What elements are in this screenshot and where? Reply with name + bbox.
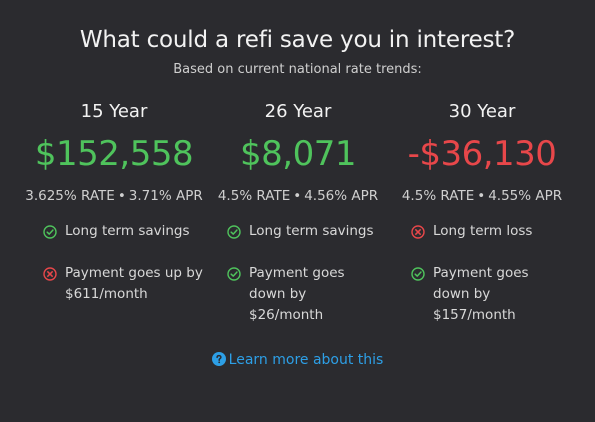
check-circle-icon (43, 224, 57, 239)
list-item-text: Payment goes down by $26/month (249, 265, 345, 323)
interest-loss-amount: -$36,130 (407, 134, 557, 174)
learn-more-link[interactable]: Learn more about this (0, 352, 595, 368)
list-item-text: Payment goes up by $611/month (65, 265, 203, 302)
separator-dot: • (293, 188, 302, 204)
list-item-text: Long term loss (433, 223, 533, 239)
pros-cons-list: Long term savings Payment goes down by $… (206, 221, 390, 326)
check-circle-icon (227, 266, 241, 281)
page-title: What could a refi save you in interest? (79, 27, 516, 53)
interest-savings-amount: $152,558 (34, 134, 194, 174)
rate-apr-line: 4.5% RATE • 4.55% APR (390, 188, 574, 204)
check-circle-icon (411, 266, 425, 281)
pros-cons-list: Long term savings Payment goes up by $61… (22, 221, 206, 305)
refi-option-26-year: 26 Year $8,071 4.5% RATE • 4.56% APR Long … (206, 100, 390, 347)
term-label: 30 Year (448, 101, 516, 122)
refi-option-30-year: 30 Year -$36,130 4.5% RATE • 4.55% APR Lon… (390, 100, 574, 347)
list-item-text: Long term savings (249, 223, 374, 239)
list-item: Payment goes down by $26/month (227, 263, 390, 326)
learn-more-label[interactable]: Learn more about this (229, 352, 384, 368)
separator-dot: • (117, 188, 126, 204)
pros-cons-list: Long term loss Payment goes down by $157… (390, 221, 574, 326)
term-label: 26 Year (264, 101, 332, 122)
rate-value: 4.5% RATE (401, 188, 475, 204)
separator-dot: • (477, 188, 486, 204)
x-circle-icon (43, 266, 57, 281)
apr-value: 4.55% APR (488, 188, 563, 204)
rate-value: 3.625% RATE (25, 188, 115, 204)
question-circle-icon[interactable] (211, 352, 226, 366)
page-subtitle: Based on current national rate trends: (173, 62, 422, 77)
list-item: Long term loss (411, 221, 574, 242)
rate-apr-line: 4.5% RATE • 4.56% APR (206, 188, 390, 204)
list-item: Long term savings (227, 221, 390, 242)
rate-value: 4.5% RATE (217, 188, 291, 204)
x-circle-icon (411, 224, 425, 239)
list-item: Long term savings (43, 221, 206, 242)
apr-value: 4.56% APR (304, 188, 379, 204)
rate-apr-line: 3.625% RATE • 3.71% APR (22, 188, 206, 204)
check-circle-icon (227, 224, 241, 239)
list-item-text: Payment goes down by $157/month (433, 265, 529, 323)
refi-option-15-year: 15 Year $152,558 3.625% RATE • 3.71% APR L… (22, 100, 206, 326)
list-item: Payment goes up by $611/month (43, 263, 206, 305)
list-item-text: Long term savings (65, 223, 190, 239)
interest-savings-amount: $8,071 (240, 134, 356, 174)
apr-value: 3.71% APR (128, 188, 203, 204)
list-item: Payment goes down by $157/month (411, 263, 574, 326)
term-label: 15 Year (80, 101, 148, 122)
